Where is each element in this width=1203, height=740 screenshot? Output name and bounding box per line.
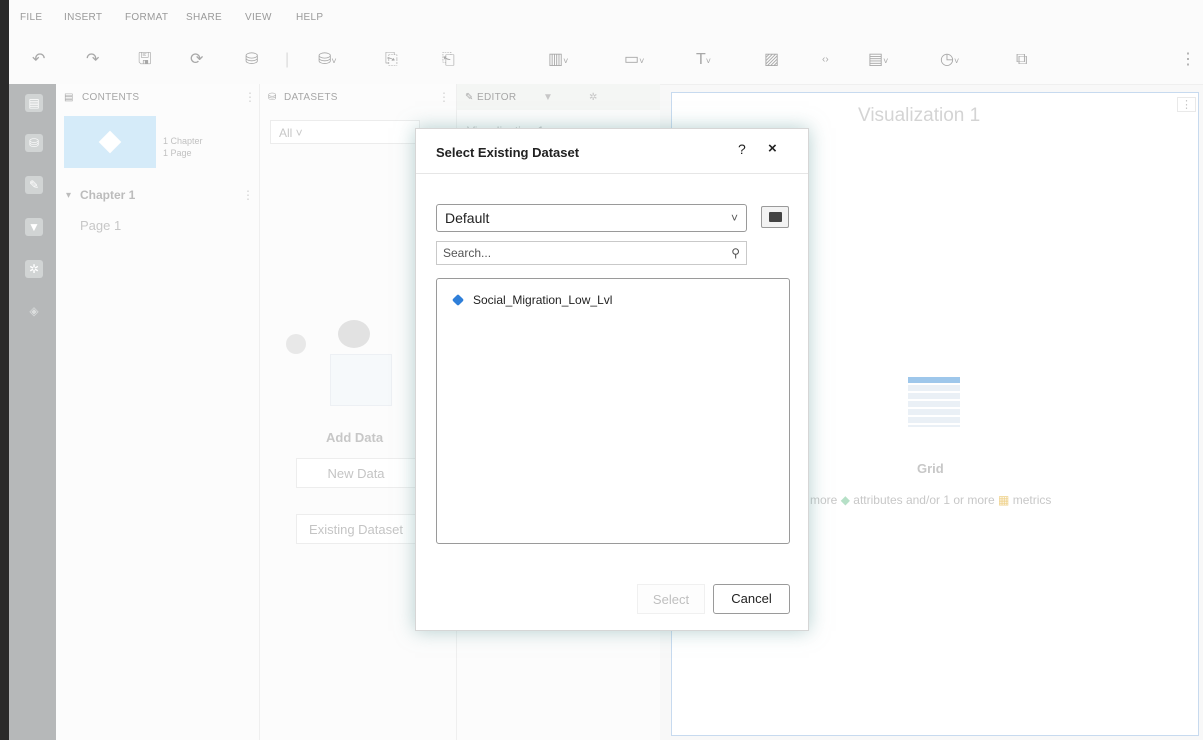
search-placeholder: Search... (443, 246, 492, 260)
add-chapter-icon[interactable]: ⎘ (385, 50, 398, 70)
chevron-down-icon: ˅ (730, 211, 738, 225)
menu-view[interactable]: VIEW (245, 12, 272, 23)
menu-help[interactable]: HELP (296, 12, 323, 23)
folder-select-value: Default (445, 210, 490, 226)
menu-insert[interactable]: INSERT (64, 12, 102, 23)
menu-bar: FILE INSERT FORMAT SHARE VIEW HELP (0, 0, 1203, 740)
search-input[interactable]: Search... ⚲ (436, 241, 747, 265)
select-button[interactable]: Select (637, 584, 705, 614)
insert-image-icon[interactable]: ▨ (764, 50, 779, 70)
search-icon: ⚲ (731, 246, 740, 260)
window-edge (0, 0, 9, 740)
folder-icon (769, 212, 782, 222)
insert-filter-icon[interactable]: ▭˅ (624, 50, 644, 71)
close-icon[interactable]: × (768, 140, 777, 157)
folder-select[interactable]: Default ˅ (436, 204, 747, 232)
toolbar-divider: | (285, 51, 290, 68)
list-item[interactable]: Social_Migration_Low_Lvl (451, 293, 613, 307)
dataset-list: Social_Migration_Low_Lvl (436, 278, 790, 544)
save-icon[interactable]: 🖫 (138, 50, 152, 70)
dataset-cube-icon (451, 293, 465, 307)
menu-format[interactable]: FORMAT (125, 12, 168, 23)
dialog-title: Select Existing Dataset (436, 145, 580, 160)
insert-html-icon[interactable]: ‹› (822, 50, 829, 70)
insert-shape-icon[interactable]: ◷˅ (940, 50, 959, 71)
menu-share[interactable]: SHARE (186, 12, 222, 23)
help-icon[interactable]: ? (738, 141, 746, 157)
redo-icon[interactable]: ↷ (86, 50, 99, 70)
add-data-icon[interactable]: ⛁˅ (318, 50, 337, 71)
more-options-icon[interactable]: ⋮ (1180, 50, 1196, 70)
dataset-name: Social_Migration_Low_Lvl (473, 293, 613, 307)
browse-folder-button[interactable] (761, 206, 789, 228)
insert-panel-icon[interactable]: ▤˅ (868, 50, 888, 71)
dialog-header: Select Existing Dataset ? × (416, 129, 808, 174)
add-page-icon[interactable]: ⎗ (442, 50, 455, 70)
layout-icon[interactable]: ⧉ (1016, 50, 1027, 70)
select-existing-dataset-dialog: Select Existing Dataset ? × Default ˅ Se… (415, 128, 809, 631)
data-icon[interactable]: ⛁ (245, 50, 258, 70)
insert-visualization-icon[interactable]: ▥˅ (548, 50, 568, 71)
cancel-button[interactable]: Cancel (713, 584, 790, 614)
menu-file[interactable]: FILE (20, 12, 42, 23)
refresh-icon[interactable]: ⟳ (190, 50, 203, 70)
undo-icon[interactable]: ↶ (32, 50, 45, 70)
insert-text-icon[interactable]: T˅ (696, 50, 711, 71)
